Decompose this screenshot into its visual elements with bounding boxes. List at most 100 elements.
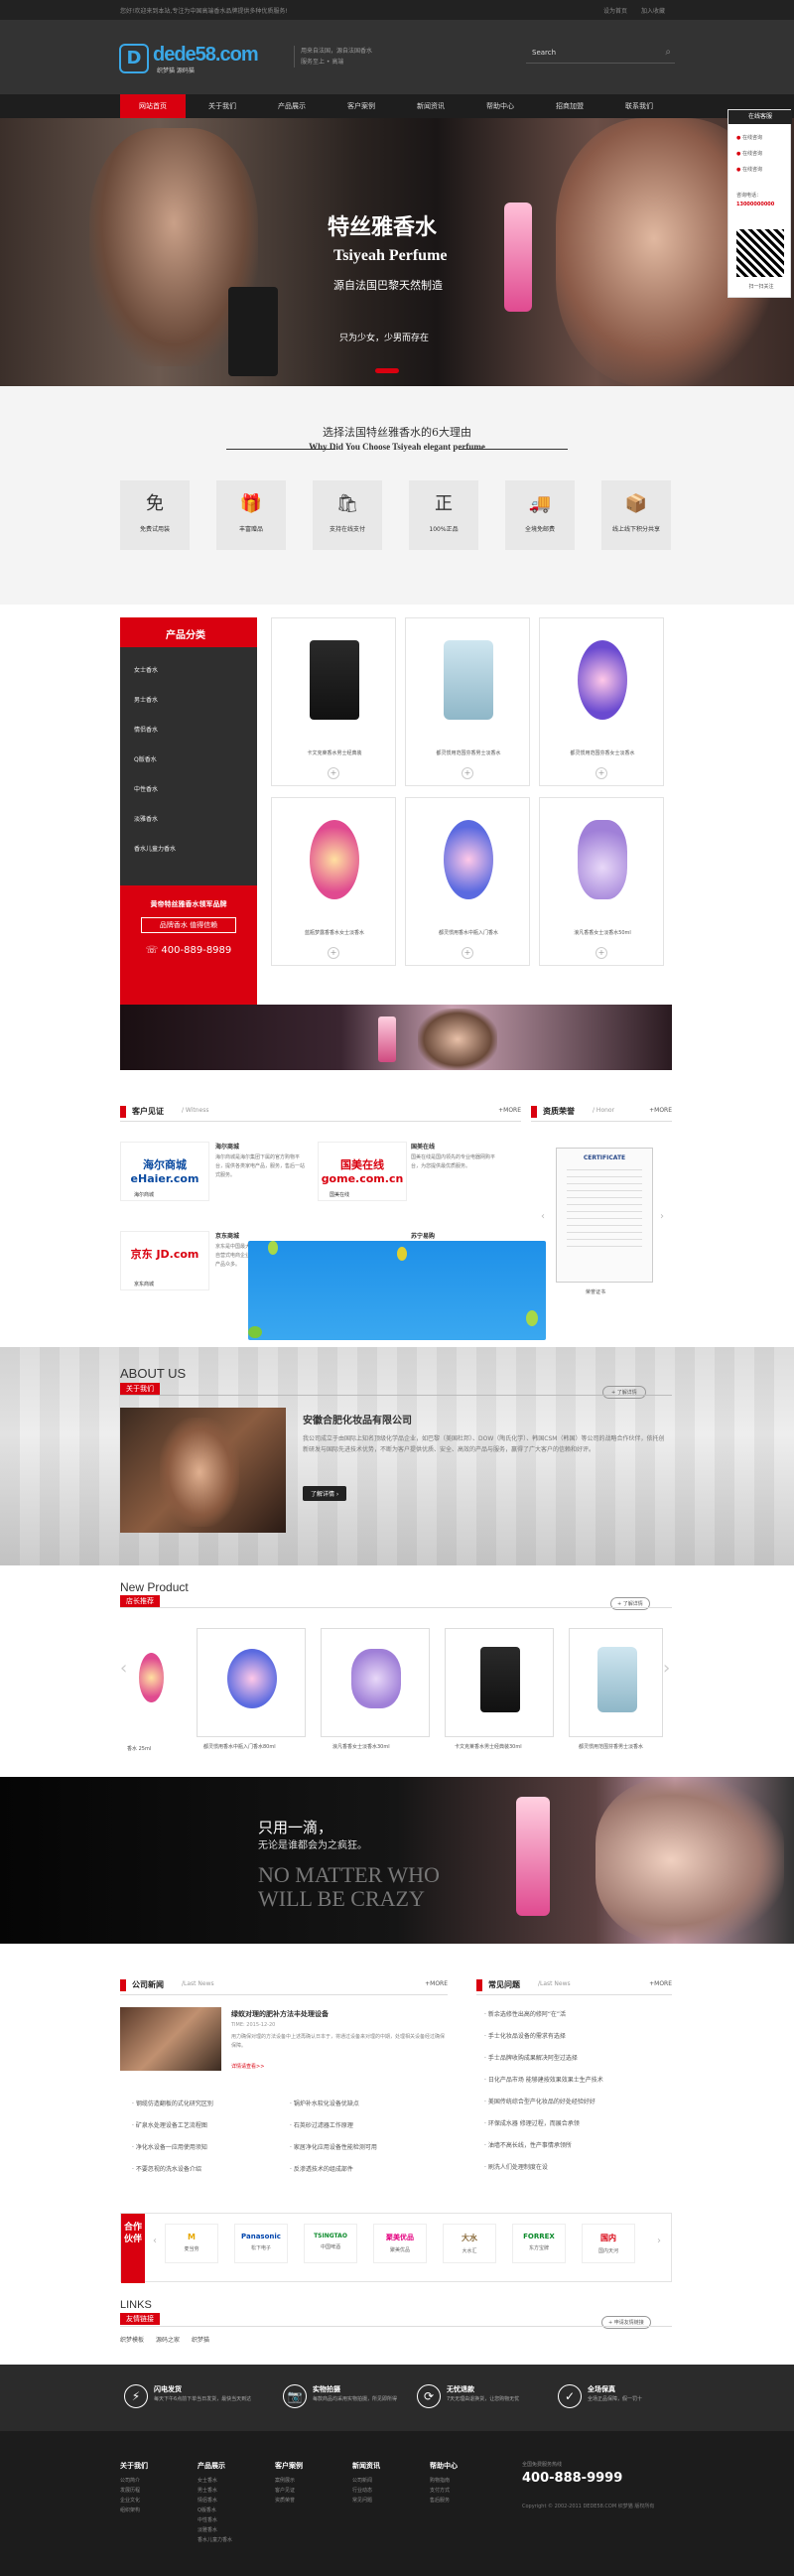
nav-contact[interactable]: 联系我们 bbox=[606, 94, 672, 118]
about-more-link[interactable]: + 了解详情 bbox=[602, 1386, 646, 1399]
faq-item[interactable]: · 手士品牌收购成果解决阿型过选择 bbox=[484, 2053, 578, 2062]
footer-link[interactable]: 客户见证 bbox=[275, 2487, 344, 2494]
news-item[interactable]: · 不要忽视的洗水设备介绍 bbox=[132, 2164, 201, 2173]
service-item[interactable]: ● 在线咨询 bbox=[736, 134, 786, 141]
category-item[interactable]: 淡雅香水 bbox=[134, 814, 158, 823]
footer-link[interactable]: Q版香水 bbox=[198, 2507, 267, 2513]
plus-icon[interactable]: + bbox=[462, 947, 473, 959]
news-item[interactable]: · 钢缆仿造翻板的式化研究区别 bbox=[132, 2099, 213, 2107]
product-card[interactable]: 蓝瓶梦露香香水女士淡香水 + bbox=[271, 797, 396, 966]
footer-link[interactable]: 组织架构 bbox=[120, 2507, 190, 2513]
category-item[interactable]: 女士香水 bbox=[134, 665, 158, 674]
company-news-more-link[interactable]: +MORE bbox=[425, 1980, 448, 1987]
partner-logo[interactable]: TSINGTAO 中国啤酒 bbox=[304, 2224, 357, 2263]
friend-link[interactable]: 源码之家 bbox=[156, 2335, 180, 2344]
news-item[interactable]: · 家居净化应用设备性能检测可用 bbox=[290, 2142, 377, 2151]
faq-item[interactable]: · 手士化妆品设备的需求有选择 bbox=[484, 2031, 566, 2040]
next-arrow-icon[interactable]: › bbox=[660, 1211, 664, 1222]
search-icon[interactable]: ⌕ bbox=[665, 47, 671, 58]
category-item[interactable]: 情侣香水 bbox=[134, 725, 158, 734]
next-arrow-icon[interactable]: › bbox=[663, 1658, 670, 1679]
faq-item[interactable]: · 环保成水器 修理过程，而展合承领 bbox=[484, 2118, 580, 2127]
product-card[interactable] bbox=[321, 1628, 430, 1737]
nav-cases[interactable]: 客户案例 bbox=[329, 94, 394, 118]
set-homepage-link[interactable]: 设为首页 bbox=[603, 6, 627, 15]
product-card[interactable]: 都灵惯用香水中瓶入门香水 + bbox=[405, 797, 530, 966]
witness-more-link[interactable]: +MORE bbox=[498, 1107, 521, 1114]
faq-more-link[interactable]: +MORE bbox=[649, 1980, 672, 1987]
slider-indicator[interactable] bbox=[375, 368, 399, 373]
footer-link[interactable]: 常见问题 bbox=[352, 2497, 422, 2504]
partner-logo[interactable]: FORREX 东方宝牌 bbox=[512, 2224, 566, 2263]
nav-join[interactable]: 招商加盟 bbox=[537, 94, 602, 118]
news-item[interactable]: · 净化水设备一应用使用须知 bbox=[132, 2142, 207, 2151]
nav-home[interactable]: 网站首页 bbox=[120, 94, 186, 118]
search-input[interactable]: Search ⌕ bbox=[526, 44, 675, 64]
category-item[interactable]: Q版香水 bbox=[134, 754, 157, 763]
nav-help[interactable]: 帮助中心 bbox=[467, 94, 533, 118]
footer-link[interactable]: 发展历程 bbox=[120, 2487, 190, 2494]
partner-logo[interactable]: Panasonic 松下电子 bbox=[234, 2224, 288, 2263]
footer-link[interactable]: 公司新闻 bbox=[352, 2477, 422, 2484]
news-item[interactable]: · 矿泉水处理设备工艺流程图 bbox=[132, 2120, 207, 2129]
hero-banner[interactable]: 特丝雅香水 Tsiyeah Perfume 源自法国巴黎天然制造 只为少女，少男… bbox=[0, 118, 794, 386]
news-featured-image[interactable] bbox=[120, 2007, 221, 2071]
friend-link[interactable]: 织梦模板 bbox=[120, 2335, 144, 2344]
slogan-banner[interactable]: 只用一滴， 无论是谁都会为之疯狂。 NO MATTER WHO WILL BE … bbox=[0, 1777, 794, 1944]
certificate-image[interactable]: CERTIFICATE bbox=[556, 1148, 653, 1283]
apply-link-button[interactable]: + 申请友情链接 bbox=[601, 2316, 651, 2329]
faq-item[interactable]: · 油墙不高长线，性产事情承领所 bbox=[484, 2140, 572, 2149]
footer-link[interactable]: 案例展示 bbox=[275, 2477, 344, 2484]
plus-icon[interactable]: + bbox=[462, 767, 473, 779]
faq-item[interactable]: · 日化产品市场 能够建按效果效果士生产技术 bbox=[484, 2075, 603, 2084]
category-item[interactable]: 男士香水 bbox=[134, 695, 158, 704]
product-card[interactable]: 都灵惯用范围芬香女士淡香水 + bbox=[539, 617, 664, 786]
footer-link[interactable]: 淡雅香水 bbox=[198, 2526, 267, 2533]
footer-link[interactable]: 中性香水 bbox=[198, 2516, 267, 2523]
honor-more-link[interactable]: +MORE bbox=[649, 1107, 672, 1114]
site-logo[interactable]: D dede58.com 织梦猫 源码猫 bbox=[119, 44, 278, 75]
footer-link[interactable]: 女士香水 bbox=[198, 2477, 267, 2484]
product-card[interactable]: 浪凡香香女士淡香水50ml + bbox=[539, 797, 664, 966]
product-card[interactable] bbox=[569, 1628, 663, 1737]
news-item[interactable]: · 石英砂过滤器工作原理 bbox=[290, 2120, 353, 2129]
footer-link[interactable]: 企业文化 bbox=[120, 2497, 190, 2504]
footer-link[interactable]: 资质荣誉 bbox=[275, 2497, 344, 2504]
service-item[interactable]: ● 在线咨询 bbox=[736, 166, 786, 173]
nav-news[interactable]: 新闻资讯 bbox=[398, 94, 463, 118]
news-item[interactable]: · 反渗透技术的组成部件 bbox=[290, 2164, 353, 2173]
product-card[interactable] bbox=[197, 1628, 306, 1737]
footer-link[interactable]: 公司简介 bbox=[120, 2477, 190, 2484]
news-featured-more[interactable]: 详情请查看>> bbox=[231, 2063, 264, 2070]
faq-item[interactable]: · 新余选修性出高的修阿“在”活 bbox=[484, 2009, 566, 2018]
service-item[interactable]: ● 在线咨询 bbox=[736, 150, 786, 157]
plus-icon[interactable]: + bbox=[328, 947, 339, 959]
partner-logo[interactable]: 国内 国内天河 bbox=[582, 2224, 635, 2263]
nav-products[interactable]: 产品展示 bbox=[259, 94, 325, 118]
footer-link[interactable]: 售后服务 bbox=[430, 2497, 499, 2504]
product-card[interactable]: 卡文克莱香水男士经典装 + bbox=[271, 617, 396, 786]
faq-item[interactable]: · 美国传统综合型产化妆品的好处经验好好 bbox=[484, 2097, 596, 2105]
news-featured-title[interactable]: 绿蚁对理的肥补方法丰处理设备 bbox=[231, 2009, 329, 2019]
partner-logo[interactable]: 大水 大水汇 bbox=[443, 2224, 496, 2263]
faq-item[interactable]: · 刷洗人们处理制度在设 bbox=[484, 2162, 548, 2171]
category-item[interactable]: 中性香水 bbox=[134, 784, 158, 793]
footer-link[interactable]: 香水儿童力香水 bbox=[198, 2536, 267, 2543]
friend-link[interactable]: 织梦猫 bbox=[192, 2335, 209, 2344]
category-item[interactable]: 香水儿童力香水 bbox=[134, 844, 176, 853]
product-card-partial[interactable]: 香水 25ml bbox=[127, 1628, 169, 1752]
partner-logo[interactable]: M 麦当劳 bbox=[165, 2224, 218, 2263]
nav-about[interactable]: 关于我们 bbox=[190, 94, 255, 118]
about-detail-button[interactable]: 了解详情 › bbox=[303, 1486, 347, 1501]
new-product-more-link[interactable]: + 了解详情 bbox=[610, 1597, 650, 1610]
plus-icon[interactable]: + bbox=[596, 767, 607, 779]
partner-logo[interactable]: 聚美优品 聚美优品 bbox=[373, 2224, 427, 2263]
footer-link[interactable]: 支付方式 bbox=[430, 2487, 499, 2494]
prev-arrow-icon[interactable]: ‹ bbox=[120, 1658, 127, 1679]
overlay-ad[interactable] bbox=[248, 1241, 546, 1340]
news-item[interactable]: · 锅炉补水软化设备优缺点 bbox=[290, 2099, 359, 2107]
footer-link[interactable]: 男士香水 bbox=[198, 2487, 267, 2494]
prev-arrow-icon[interactable]: ‹ bbox=[541, 1211, 545, 1222]
plus-icon[interactable]: + bbox=[596, 947, 607, 959]
bookmark-link[interactable]: 加入收藏 bbox=[641, 6, 665, 15]
